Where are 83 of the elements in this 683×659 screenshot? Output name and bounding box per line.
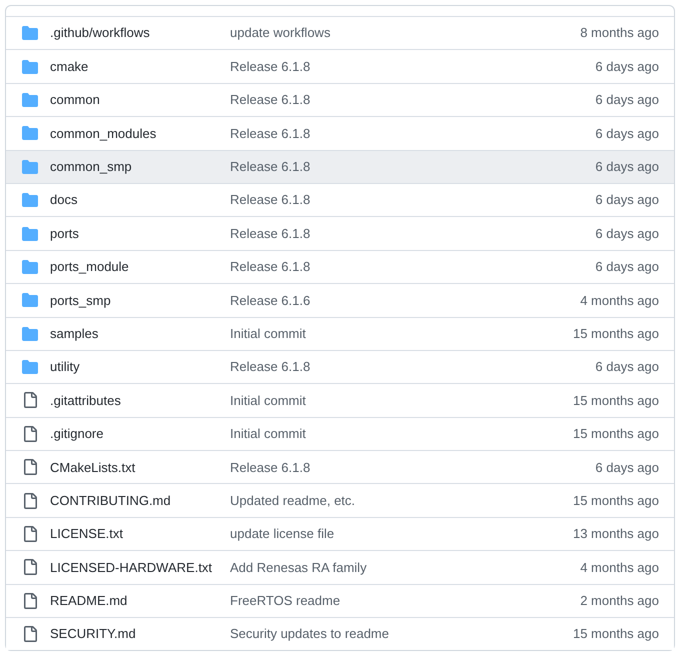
folder-icon: [22, 292, 38, 308]
commit-time: 4 months ago: [580, 558, 660, 577]
commit-message-link[interactable]: Release 6.1.8: [230, 124, 596, 144]
folder-icon: [22, 226, 38, 242]
commit-message-link[interactable]: Release 6.1.6: [230, 290, 580, 310]
file-name-link[interactable]: SECURITY.md: [50, 624, 230, 644]
commit-message-link[interactable]: Updated readme, etc.: [230, 490, 573, 510]
commit-time: 6 days ago: [595, 458, 660, 477]
file-name-link[interactable]: LICENSE.txt: [50, 524, 230, 544]
file-name-link[interactable]: ports: [50, 224, 230, 244]
file-name-link[interactable]: common_smp: [50, 157, 230, 176]
commit-time: 15 months ago: [572, 324, 660, 343]
file-name-link[interactable]: .gitattributes: [50, 390, 230, 410]
file-name-link[interactable]: ports_module: [50, 257, 230, 277]
file-row[interactable]: docs Release 6.1.8 6 days ago: [6, 182, 674, 216]
folder-icon: [22, 125, 38, 142]
file-name-link[interactable]: README.md: [50, 591, 230, 611]
file-icon: [22, 592, 38, 609]
commit-time: 6 days ago: [595, 58, 660, 76]
folder-icon: [22, 192, 38, 208]
file-name-link[interactable]: CONTRIBUTING.md: [50, 490, 230, 510]
file-name-link[interactable]: LICENSED-HARDWARE.txt: [50, 558, 230, 578]
commit-message-link[interactable]: Initial commit: [230, 424, 573, 444]
file-name-link[interactable]: common_modules: [50, 124, 230, 144]
file-name-link[interactable]: CMakeLists.txt: [50, 458, 230, 478]
commit-time: 15 months ago: [572, 625, 660, 644]
commit-message-link[interactable]: Security updates to readme: [230, 624, 573, 644]
commit-message-link[interactable]: FreeRTOS readme: [230, 591, 580, 611]
file-name-link[interactable]: .github/workflows: [50, 23, 230, 43]
file-row[interactable]: LICENSE.txt update license file 13 months ago: [6, 516, 674, 550]
commit-message-link[interactable]: Release 6.1.8: [230, 224, 596, 244]
file-icon: [22, 492, 38, 509]
file-row[interactable]: .github/workflows update workflows 8 months ago: [6, 16, 674, 50]
commit-message-link[interactable]: Add Renesas RA family: [230, 558, 580, 578]
commit-time: 4 months ago: [580, 292, 660, 310]
commit-message-link[interactable]: Release 6.1.8: [230, 190, 596, 210]
file-name-link[interactable]: samples: [50, 324, 230, 344]
file-name-link[interactable]: common: [50, 90, 230, 110]
commit-message-link[interactable]: Release 6.1.8: [230, 458, 596, 478]
folder-icon: [22, 326, 38, 342]
folder-icon: [22, 158, 38, 175]
commit-time: 13 months ago: [572, 525, 660, 544]
folder-icon: [22, 359, 38, 376]
file-name-link[interactable]: utility: [50, 357, 230, 377]
file-name-link[interactable]: ports_smp: [50, 290, 230, 310]
file-icon: [22, 392, 38, 408]
file-name-link[interactable]: docs: [50, 190, 230, 210]
commit-message-link[interactable]: Initial commit: [230, 390, 573, 410]
folder-icon: [22, 58, 38, 75]
commit-time: 6 days ago: [595, 358, 660, 376]
commit-message-link[interactable]: update workflows: [230, 23, 580, 43]
commit-time: 6 days ago: [595, 258, 660, 276]
commit-message-link[interactable]: update license file: [230, 524, 573, 544]
commit-time: 6 days ago: [595, 191, 660, 210]
commit-message-link[interactable]: Initial commit: [230, 324, 573, 344]
commit-message-link[interactable]: Release 6.1.8: [230, 157, 596, 176]
file-icon: [22, 459, 38, 476]
file-name-link[interactable]: .gitignore: [50, 424, 230, 444]
file-row[interactable]: common_smp Release 6.1.8 6 days ago: [6, 150, 674, 183]
file-name-link[interactable]: cmake: [50, 56, 230, 76]
commit-time: 8 months ago: [580, 24, 660, 42]
file-row[interactable]: utility Release 6.1.8 6 days ago: [6, 350, 674, 384]
commit-time: 15 months ago: [572, 392, 660, 410]
commit-message-link[interactable]: Release 6.1.8: [230, 357, 596, 377]
file-row[interactable]: SECURITY.md Security updates to readme 15 months ago: [6, 617, 674, 650]
file-icon: [22, 626, 38, 642]
folder-icon: [22, 25, 38, 42]
commit-message-link[interactable]: Release 6.1.8: [230, 90, 596, 110]
file-icon: [22, 559, 38, 576]
commit-time: 6 days ago: [595, 224, 660, 243]
commit-time: 6 days ago: [595, 158, 660, 176]
commit-time: 6 days ago: [595, 124, 660, 143]
folder-icon: [22, 258, 38, 275]
commit-time: 15 months ago: [572, 492, 660, 510]
commit-time: 15 months ago: [572, 425, 660, 444]
folder-icon: [22, 92, 38, 108]
file-icon: [22, 426, 38, 442]
file-row[interactable]: CMakeLists.txt Release 6.1.8 6 days ago: [6, 450, 674, 484]
commit-time: 6 days ago: [595, 91, 660, 110]
commit-message-link[interactable]: Release 6.1.8: [230, 257, 596, 277]
commit-time: 2 months ago: [580, 592, 660, 610]
file-icon: [22, 526, 38, 542]
commit-message-link[interactable]: Release 6.1.8: [230, 56, 596, 76]
